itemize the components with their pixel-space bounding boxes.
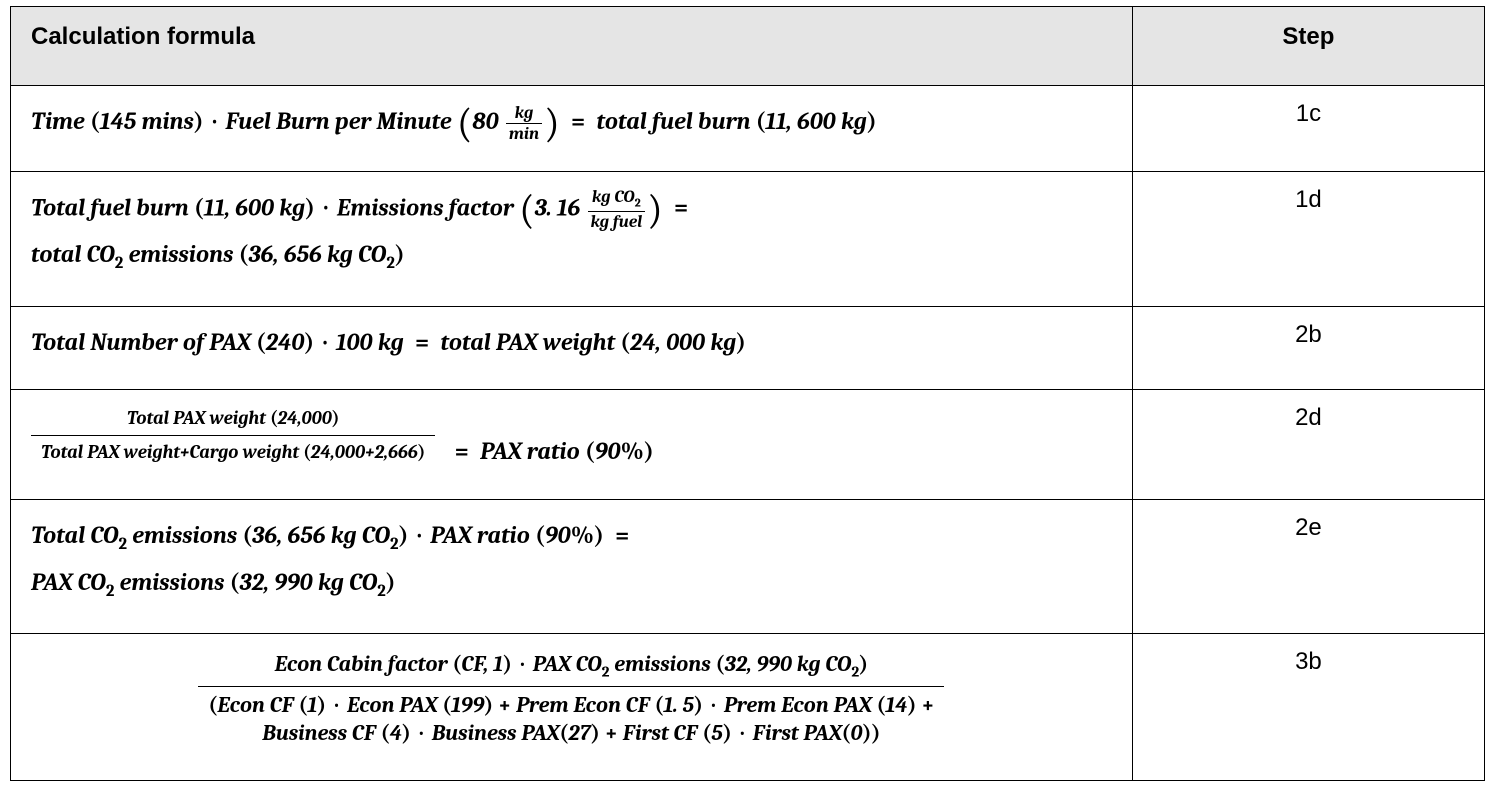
pax-ratio-unit: %: [621, 437, 644, 465]
table-row: Econ Cabin factor (CF, 1) · PAX CO2 emis…: [11, 634, 1485, 781]
emissions-factor-label: Emissions factor: [337, 193, 514, 221]
calculation-table: Calculation formula Step Time (145 mins)…: [10, 6, 1485, 781]
total-pax-weight-value: 24, 000: [630, 328, 705, 356]
header-row: Calculation formula Step: [11, 7, 1485, 86]
page: Calculation formula Step Time (145 mins)…: [0, 0, 1495, 791]
formula-cell-3b: Econ Cabin factor (CF, 1) · PAX CO2 emis…: [11, 634, 1133, 781]
pax-count-label: Total Number of PAX: [31, 328, 251, 356]
total-co2-unit: kg CO2: [331, 521, 399, 549]
table-row: Time (145 mins) · Fuel Burn per Minute (…: [11, 86, 1485, 172]
kgco2-per-kgfuel-fraction: kg CO2 kg fuel: [588, 188, 646, 231]
total-fuel-burn-unit: kg: [279, 193, 305, 221]
table-row: Total fuel burn (11, 600 kg) · Emissions…: [11, 171, 1485, 306]
time-value: 145: [100, 107, 136, 135]
pax-co2-label: PAX CO2 emissions: [31, 568, 230, 596]
pax-ratio-label: PAX ratio: [480, 437, 580, 465]
pax-co2-value: 32, 990: [239, 568, 312, 596]
kg-per-min-fraction: kg min: [506, 104, 542, 143]
time-unit: mins: [142, 107, 194, 135]
pax-ratio-label: PAX ratio: [430, 521, 530, 549]
step-cell: 3b: [1132, 634, 1484, 781]
pax-ratio-fraction: Total PAX weight (24,000) Total PAX weig…: [31, 406, 435, 464]
formula-cell-2d: Total PAX weight (24,000) Total PAX weig…: [11, 390, 1133, 500]
time-label: Time: [31, 107, 85, 135]
total-co2-value: 36, 656: [248, 240, 321, 268]
table-row: Total PAX weight (24,000) Total PAX weig…: [11, 390, 1485, 500]
fuel-burn-label: Fuel Burn per Minute: [225, 107, 451, 135]
step-cell: 2e: [1132, 499, 1484, 633]
table-row: Total CO2 emissions (36, 656 kg CO2) · P…: [11, 499, 1485, 633]
table-row: Total Number of PAX (240) · 100 kg = tot…: [11, 306, 1485, 389]
kg-per-pax-value: 100: [336, 328, 372, 356]
cabin-factor-fraction: Econ Cabin factor (CF, 1) · PAX CO2 emis…: [198, 650, 944, 748]
formula-cell-1d: Total fuel burn (11, 600 kg) · Emissions…: [11, 171, 1133, 306]
total-co2-value: 36, 656: [252, 521, 325, 549]
total-co2-label: Total CO2 emissions: [31, 521, 242, 549]
total-co2-unit: kg CO2: [327, 240, 395, 268]
total-pax-weight-unit: kg: [710, 328, 736, 356]
formula-cell-2b: Total Number of PAX (240) · 100 kg = tot…: [11, 306, 1133, 389]
header-formula: Calculation formula: [11, 7, 1133, 86]
formula-cell-2e: Total CO2 emissions (36, 656 kg CO2) · P…: [11, 499, 1133, 633]
fuel-burn-value: 80: [472, 107, 498, 135]
total-co2-label: total CO2 emissions: [31, 240, 239, 268]
total-fuel-burn-unit: kg: [841, 107, 867, 135]
pax-co2-unit: kg CO2: [318, 568, 386, 596]
step-cell: 2b: [1132, 306, 1484, 389]
total-pax-weight-label: total PAX weight: [440, 328, 615, 356]
header-step: Step: [1132, 7, 1484, 86]
pax-ratio-value: 90: [595, 437, 621, 465]
step-cell: 2d: [1132, 390, 1484, 500]
total-fuel-burn-label: Total fuel burn: [31, 193, 189, 221]
step-cell: 1c: [1132, 86, 1484, 172]
total-fuel-burn-value: 11, 600: [766, 107, 836, 135]
pax-count-value: 240: [266, 328, 305, 356]
total-fuel-burn-value: 11, 600: [204, 193, 274, 221]
step-cell: 1d: [1132, 171, 1484, 306]
formula-cell-1c: Time (145 mins) · Fuel Burn per Minute (…: [11, 86, 1133, 172]
pax-ratio-unit: %: [571, 521, 594, 549]
total-fuel-burn-label: total fuel burn: [596, 107, 750, 135]
kg-per-pax-unit: kg: [378, 328, 404, 356]
pax-ratio-value: 90: [545, 521, 571, 549]
emissions-factor-value: 3. 16: [535, 193, 581, 221]
